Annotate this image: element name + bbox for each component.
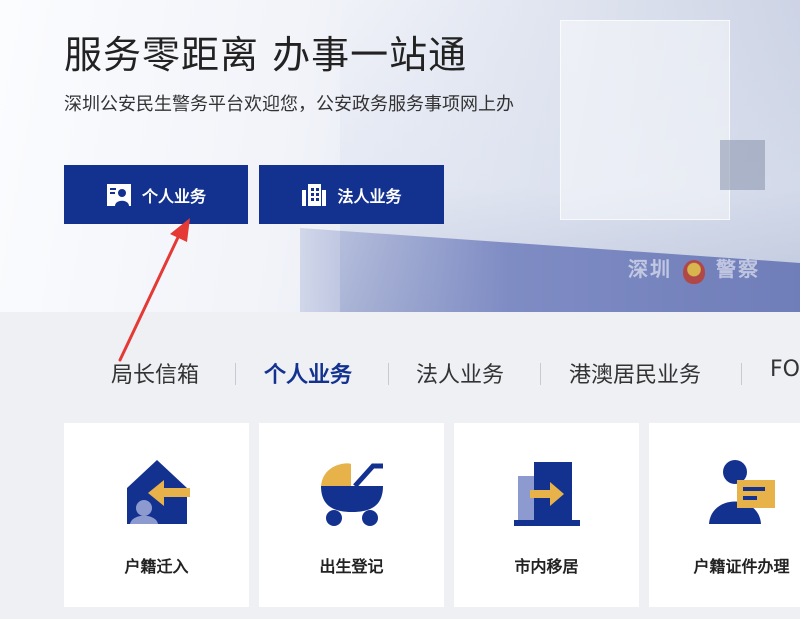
personal-business-button[interactable]: 个人业务 xyxy=(64,165,248,224)
business-tabs: 局长信箱 个人业务 法人业务 港澳居民业务 FO xyxy=(0,345,800,400)
police-car-text-left: 深圳 xyxy=(628,257,672,281)
building-icon xyxy=(301,182,327,208)
tab-divider xyxy=(388,363,389,385)
tab-corporate-business[interactable]: 法人业务 xyxy=(416,357,504,389)
service-card-city-relocation[interactable]: 市内移居 xyxy=(454,423,639,607)
hero-background-window xyxy=(560,20,730,220)
tab-divider xyxy=(235,363,236,385)
page-title: 服务零距离 办事一站通 xyxy=(64,33,468,77)
tab-fo[interactable]: FO xyxy=(770,357,800,382)
police-car-text-right: 警察 xyxy=(716,257,760,281)
baby-carriage-icon xyxy=(317,458,387,528)
police-emblem-icon xyxy=(683,260,705,284)
service-card-label: 户籍迁入 xyxy=(124,557,189,576)
corporate-business-label: 法人业务 xyxy=(337,186,402,206)
service-card-label: 户籍证件办理 xyxy=(693,557,790,576)
tab-divider xyxy=(540,363,541,385)
service-card-household-move-in[interactable]: 户籍迁入 xyxy=(64,423,249,607)
personal-business-label: 个人业务 xyxy=(141,186,206,206)
tab-director-mailbox[interactable]: 局长信箱 xyxy=(111,357,199,389)
service-card-label: 市内移居 xyxy=(514,557,579,576)
city-relocation-icon xyxy=(512,458,582,528)
tab-hk-macau-residents[interactable]: 港澳居民业务 xyxy=(569,357,701,389)
service-card-label: 出生登记 xyxy=(319,557,384,576)
corporate-business-button[interactable]: 法人业务 xyxy=(259,165,444,224)
household-move-in-icon xyxy=(122,458,192,528)
service-card-id-document[interactable]: 户籍证件办理 xyxy=(649,423,800,607)
page-subtitle: 深圳公安民生警务平台欢迎您，公安政务服务事项网上办 xyxy=(64,94,514,115)
service-card-birth-registration[interactable]: 出生登记 xyxy=(259,423,444,607)
tab-divider xyxy=(741,363,742,385)
tab-personal-business[interactable]: 个人业务 xyxy=(264,357,352,389)
person-card-icon xyxy=(106,182,132,208)
hero-background-monitor xyxy=(720,140,765,190)
id-document-icon xyxy=(707,458,777,528)
